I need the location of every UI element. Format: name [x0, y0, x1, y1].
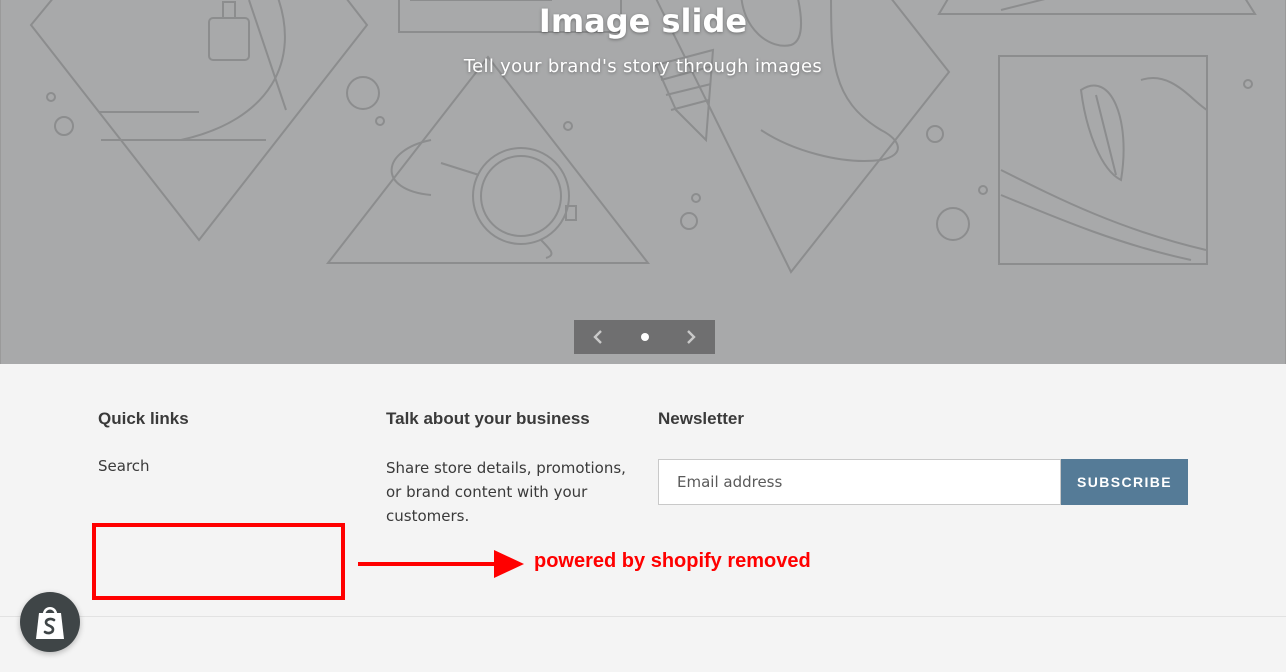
slide-title: Image slide	[538, 2, 748, 40]
newsletter-form: SUBSCRIBE	[658, 459, 1188, 505]
shopify-bag-icon	[36, 606, 64, 639]
slideshow-controls	[574, 320, 715, 354]
hero-illustration	[29, 0, 1257, 274]
image-slideshow: Image slide Tell your brand's story thro…	[0, 0, 1286, 364]
annotation-arrow-icon	[358, 550, 524, 578]
about-text: Share store details, promotions, or bran…	[386, 459, 626, 525]
quick-links-heading: Quick links	[98, 409, 189, 428]
about-section: Talk about your business Share store det…	[386, 409, 636, 528]
subscribe-button[interactable]: SUBSCRIBE	[1061, 459, 1188, 505]
newsletter-heading: Newsletter	[658, 409, 744, 428]
about-heading: Talk about your business	[386, 409, 590, 428]
annotation-label: powered by shopify removed	[534, 550, 811, 572]
site-footer: Quick links Search Talk about your busin…	[0, 364, 1286, 672]
chevron-left-icon	[593, 330, 602, 344]
newsletter-section: Newsletter	[658, 409, 744, 429]
quick-links-section: Quick links Search	[98, 409, 189, 475]
slide-dot-active[interactable]	[640, 333, 649, 341]
chevron-right-icon	[687, 330, 696, 344]
email-input[interactable]	[658, 459, 1061, 505]
footer-link-search[interactable]: Search	[98, 457, 189, 475]
previous-slide-button[interactable]	[586, 325, 610, 349]
next-slide-button[interactable]	[679, 325, 703, 349]
slide-subtitle: Tell your brand's story through images	[463, 56, 823, 77]
annotation-highlight-box	[92, 523, 345, 600]
footer-divider	[0, 616, 1286, 617]
shopify-badge-button[interactable]	[20, 592, 80, 652]
